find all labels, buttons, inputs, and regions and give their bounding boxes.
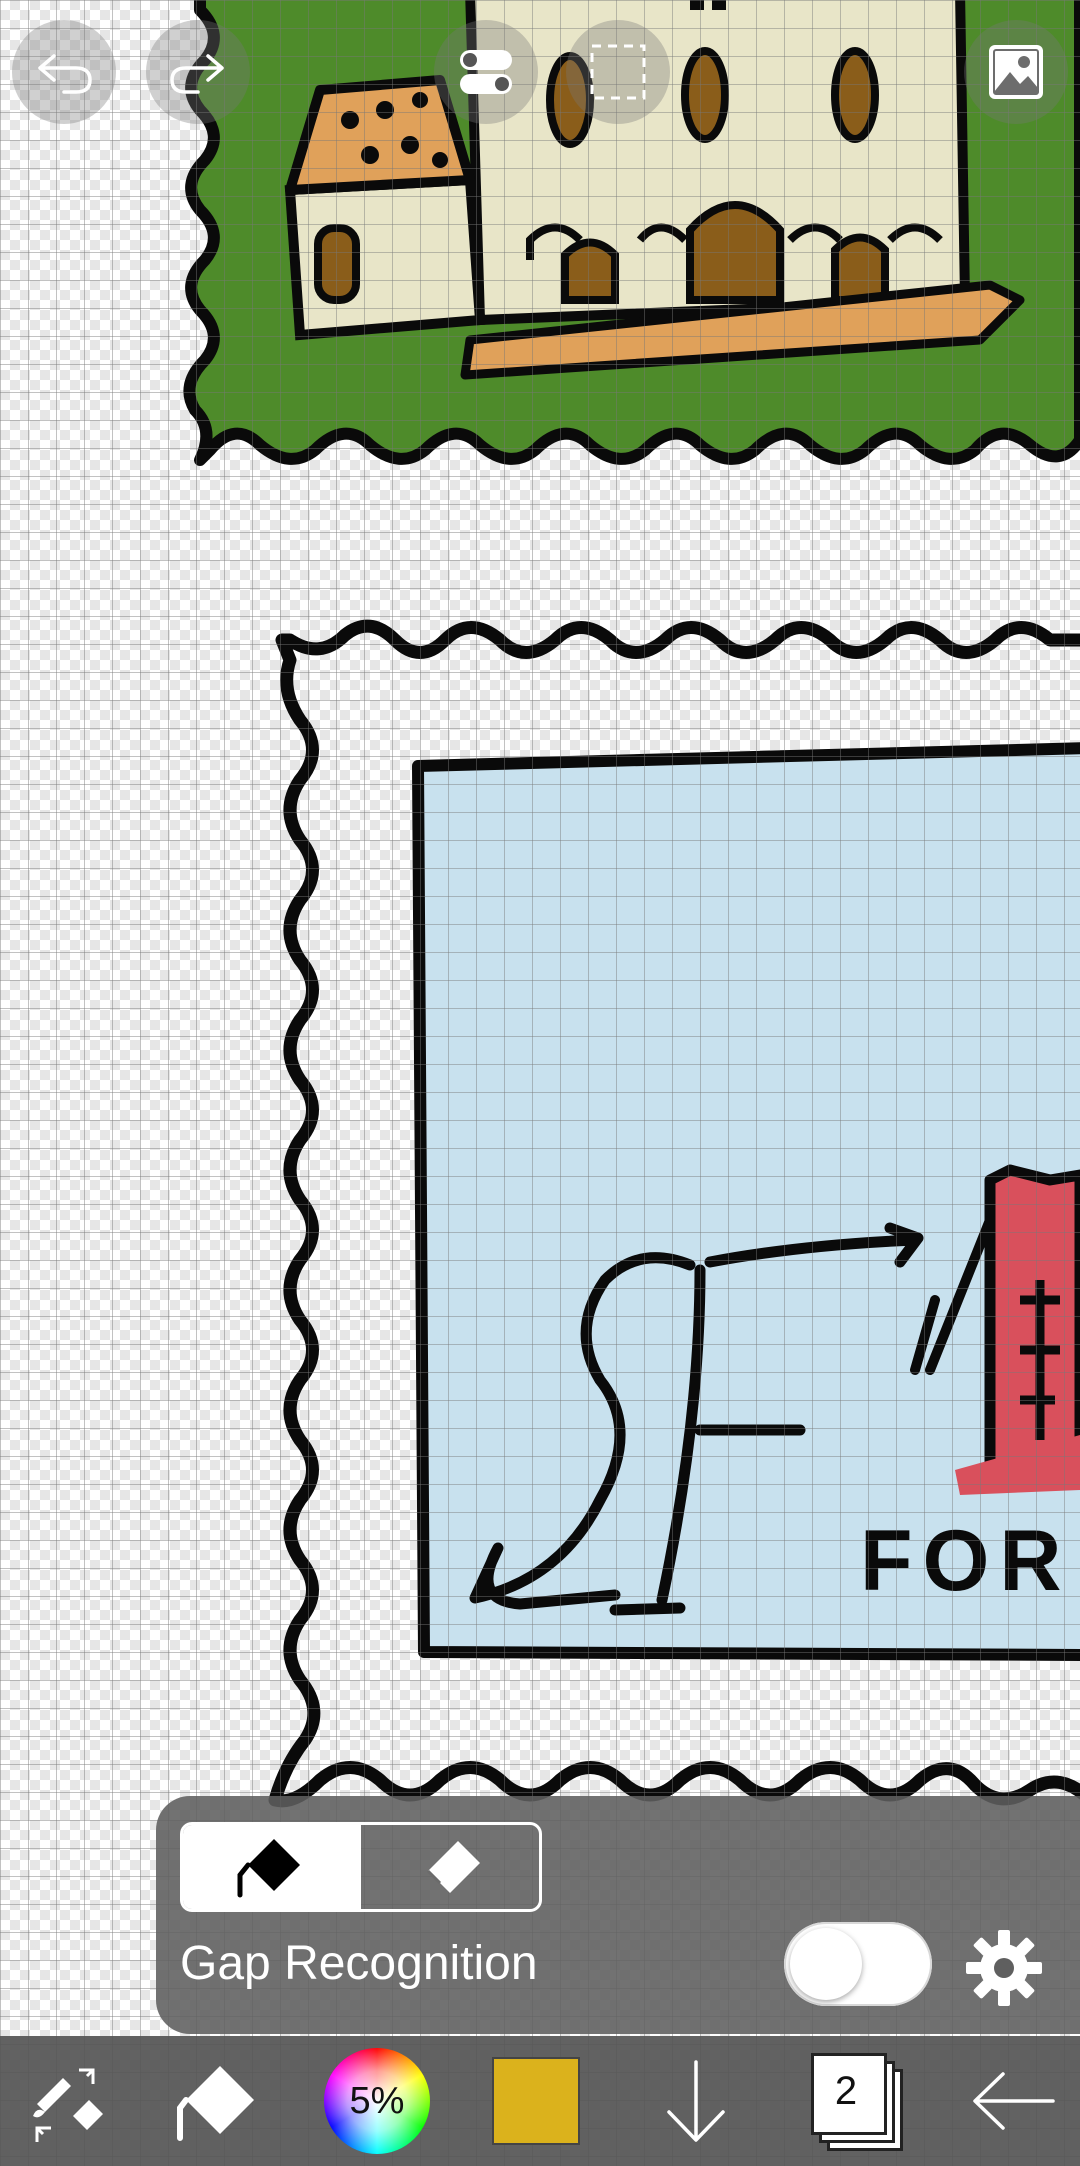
toggles-icon <box>460 50 512 94</box>
erase-mode-button[interactable] <box>361 1825 539 1909</box>
back-button[interactable] <box>964 2036 1064 2166</box>
fill-bucket-icon <box>177 2066 254 2141</box>
fill-settings-button[interactable] <box>964 1928 1044 2013</box>
reference-image-button[interactable] <box>964 20 1068 124</box>
gap-recognition-toggle[interactable] <box>784 1922 932 2006</box>
current-color-swatch <box>492 2057 580 2145</box>
fill-mode-segmented-control <box>180 1822 542 1912</box>
undo-icon <box>38 54 92 94</box>
redo-icon <box>170 54 224 94</box>
selection-button[interactable] <box>566 20 670 124</box>
arrow-left-icon <box>973 2072 1055 2130</box>
brush-eraser-swap-icon <box>33 2068 103 2142</box>
quick-settings-button[interactable] <box>434 20 538 124</box>
current-color-button[interactable] <box>490 2036 582 2166</box>
layer-count: 2 <box>834 2068 858 2113</box>
arrow-down-icon <box>667 2060 725 2142</box>
color-wheel-icon: 5% <box>324 2048 430 2154</box>
toggle-knob <box>790 1928 862 2000</box>
color-picker-button[interactable]: 5% <box>322 2036 432 2166</box>
merge-down-button[interactable] <box>650 2036 742 2166</box>
fill-tool-panel: Gap Recognition <box>156 1796 1080 2034</box>
layers-button[interactable]: 2 <box>806 2036 906 2166</box>
undo-button[interactable] <box>12 20 116 124</box>
image-icon <box>989 45 1043 99</box>
fill-tool-button[interactable] <box>170 2036 274 2166</box>
redo-button[interactable] <box>146 20 250 124</box>
fill-bucket-icon <box>237 1839 300 1898</box>
fill-mode-button[interactable] <box>183 1825 361 1909</box>
brush-opacity-label: 5% <box>349 2079 405 2122</box>
stamp-text: FOR <box>860 1513 1072 1609</box>
gear-icon <box>966 1930 1042 2006</box>
eraser-icon <box>426 1841 480 1893</box>
layers-icon: 2 <box>811 2051 903 2151</box>
selection-icon <box>590 44 646 100</box>
bottom-toolbar: 5% 2 <box>0 2036 1080 2166</box>
gap-recognition-label: Gap Recognition <box>180 1937 538 1990</box>
lower-stamp-illustration: FOR <box>268 619 1080 1808</box>
tool-switch-button[interactable] <box>16 2036 120 2166</box>
